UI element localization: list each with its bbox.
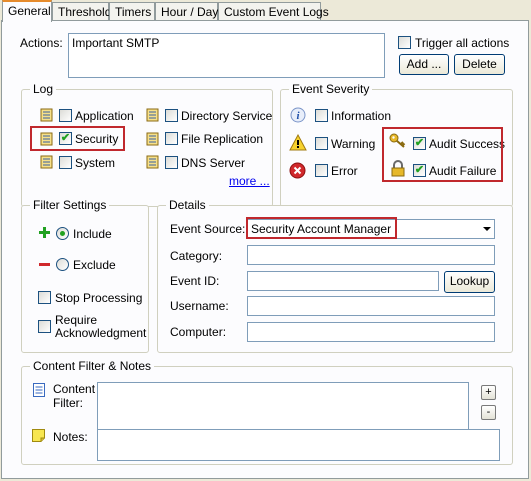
delete-action-button[interactable]: Delete bbox=[454, 54, 505, 75]
tab-general[interactable]: General bbox=[2, 0, 52, 22]
require-acknowledgment-label-line2: Acknowledgment bbox=[55, 326, 147, 340]
log-system-label: System bbox=[75, 156, 116, 170]
warning-icon bbox=[289, 133, 307, 151]
action-item[interactable]: Important SMTP bbox=[72, 36, 159, 50]
log-directory-service-label: Directory Service bbox=[181, 109, 273, 123]
details-title: Details bbox=[166, 198, 209, 212]
content-filter-label-line1: Content bbox=[53, 382, 96, 396]
content-filter-label-line2: Filter: bbox=[53, 396, 83, 410]
username-input[interactable] bbox=[247, 296, 495, 316]
log-icon bbox=[146, 108, 159, 122]
log-directory-service-checkbox[interactable] bbox=[165, 109, 178, 122]
event-source-highlight-box bbox=[246, 217, 397, 239]
log-dns-server-label: DNS Server bbox=[181, 156, 246, 170]
severity-information-label: Information bbox=[331, 109, 392, 123]
stop-processing-checkbox[interactable] bbox=[38, 291, 51, 304]
add-action-button[interactable]: Add ... bbox=[399, 54, 449, 75]
severity-information-checkbox[interactable] bbox=[315, 109, 328, 122]
minus-icon bbox=[39, 263, 50, 266]
note-icon bbox=[32, 429, 45, 442]
event-id-label: Event ID: bbox=[170, 274, 220, 288]
log-icon bbox=[146, 132, 159, 146]
more-logs-link[interactable]: more ... bbox=[229, 174, 270, 188]
severity-error-label: Error bbox=[331, 164, 358, 178]
log-icon bbox=[146, 155, 159, 169]
event-source-label: Event Source: bbox=[170, 222, 246, 236]
computer-label: Computer: bbox=[170, 325, 227, 339]
category-label: Category: bbox=[170, 249, 223, 263]
log-application-label: Application bbox=[75, 109, 134, 123]
log-group-title: Log bbox=[30, 82, 57, 96]
log-icon bbox=[40, 108, 53, 122]
severity-error-checkbox[interactable] bbox=[315, 164, 328, 177]
error-icon bbox=[289, 162, 306, 179]
include-label: Include bbox=[73, 227, 112, 241]
event-severity-title: Event Severity bbox=[289, 82, 373, 96]
trigger-all-actions-checkbox[interactable] bbox=[398, 36, 411, 49]
category-input[interactable] bbox=[247, 245, 495, 265]
log-icon bbox=[40, 155, 53, 169]
severity-warning-label: Warning bbox=[331, 137, 376, 151]
content-filter-input[interactable] bbox=[97, 382, 469, 436]
tab-custom-event-logs[interactable]: Custom Event Logs bbox=[218, 2, 329, 21]
event-id-input[interactable] bbox=[247, 271, 439, 291]
username-label: Username: bbox=[170, 299, 229, 313]
tab-threshold[interactable]: Threshold bbox=[52, 2, 111, 21]
exclude-label: Exclude bbox=[73, 258, 116, 272]
log-system-checkbox[interactable] bbox=[59, 156, 72, 169]
tab-timers[interactable]: Timers bbox=[109, 2, 155, 21]
computer-input[interactable] bbox=[247, 322, 495, 342]
exclude-radio[interactable] bbox=[56, 258, 69, 271]
remove-content-filter-button[interactable]: - bbox=[481, 405, 496, 420]
tab-hour-day[interactable]: Hour / Day bbox=[155, 2, 218, 21]
chevron-down-icon[interactable] bbox=[483, 227, 491, 231]
require-acknowledgment-label-line1: Require bbox=[55, 313, 98, 327]
log-file-replication-label: File Replication bbox=[181, 132, 264, 146]
plus-icon bbox=[39, 227, 50, 238]
security-highlight-box bbox=[30, 126, 125, 151]
trigger-all-actions-label: Trigger all actions bbox=[415, 36, 510, 50]
log-file-replication-checkbox[interactable] bbox=[165, 132, 178, 145]
severity-warning-checkbox[interactable] bbox=[315, 137, 328, 150]
require-acknowledgment-checkbox[interactable] bbox=[38, 320, 51, 333]
info-icon: i bbox=[290, 107, 306, 123]
log-dns-server-checkbox[interactable] bbox=[165, 156, 178, 169]
general-panel: Actions: Important SMTP Trigger all acti… bbox=[1, 20, 529, 479]
notes-input[interactable] bbox=[97, 429, 500, 461]
include-radio[interactable] bbox=[56, 227, 69, 240]
content-filter-title: Content Filter & Notes bbox=[30, 359, 155, 373]
actions-label: Actions: bbox=[20, 36, 63, 50]
document-icon bbox=[33, 383, 45, 397]
log-application-checkbox[interactable] bbox=[59, 109, 72, 122]
filter-settings-title: Filter Settings bbox=[30, 198, 110, 212]
add-content-filter-button[interactable]: + bbox=[481, 385, 496, 400]
lookup-button[interactable]: Lookup bbox=[444, 271, 495, 293]
stop-processing-label: Stop Processing bbox=[55, 291, 143, 305]
audit-highlight-box bbox=[382, 127, 503, 182]
actions-list[interactable]: Important SMTP bbox=[68, 33, 385, 78]
notes-label: Notes: bbox=[53, 430, 88, 444]
